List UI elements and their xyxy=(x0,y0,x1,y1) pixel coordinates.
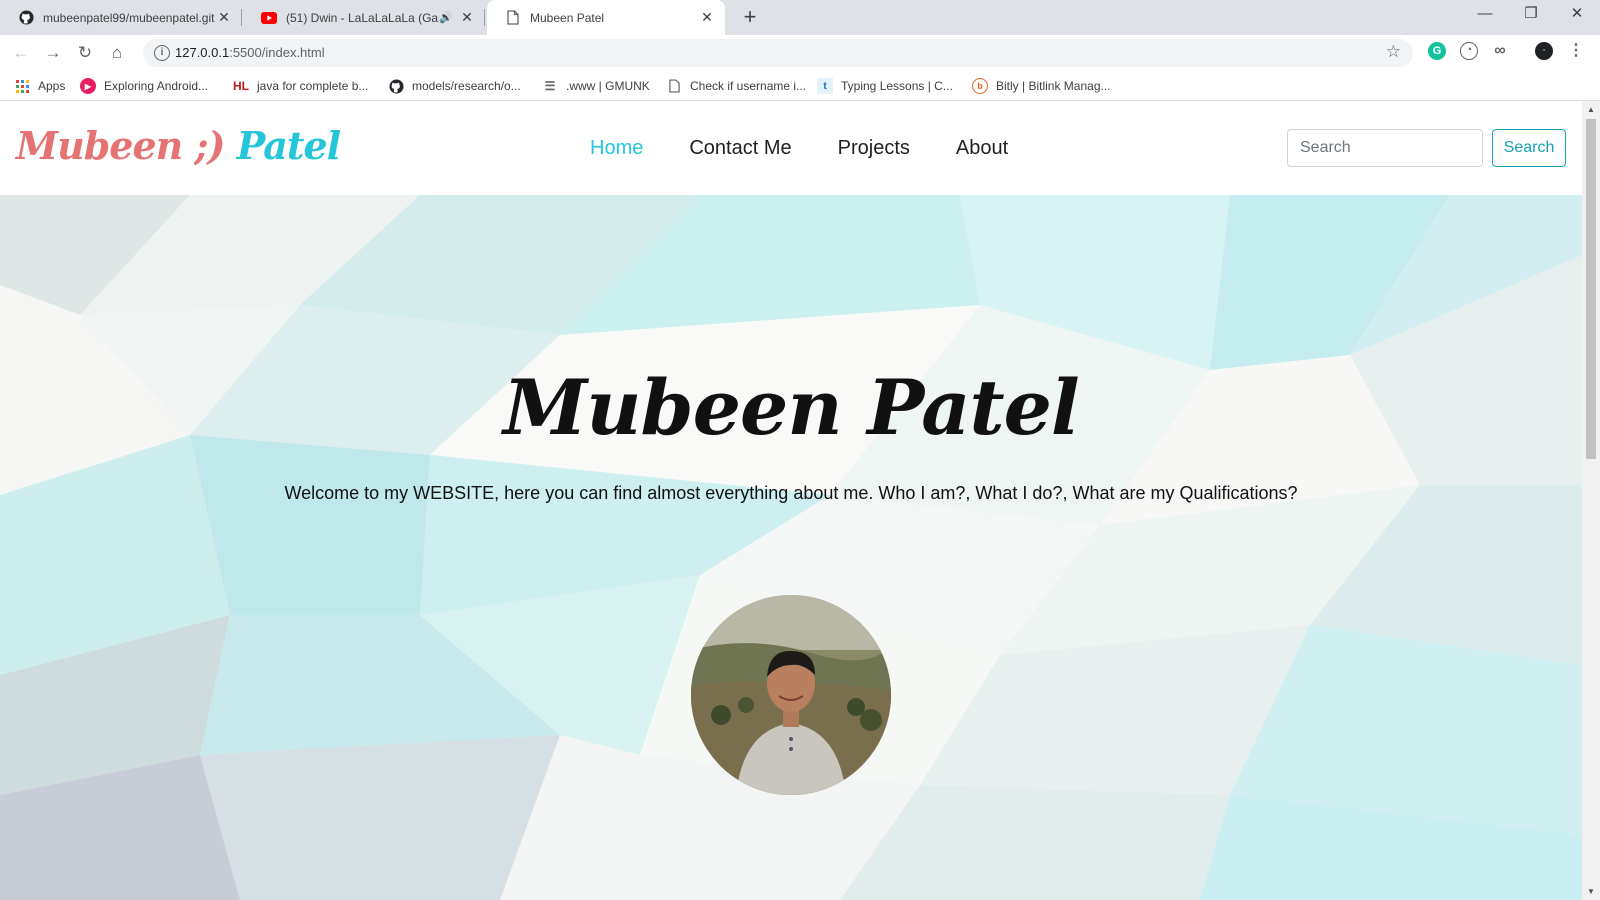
bookmark-label: models/research/o... xyxy=(412,79,521,93)
browser-tab-active[interactable]: Mubeen Patel ✕ xyxy=(487,0,725,35)
bookmark-label: Apps xyxy=(38,79,66,93)
scroll-down-icon[interactable]: ▼ xyxy=(1587,887,1595,896)
forward-icon[interactable]: → xyxy=(40,41,66,67)
bookmark-label: Exploring Android... xyxy=(104,79,209,93)
minimize-icon[interactable]: — xyxy=(1462,0,1508,30)
tab-title: (51) Dwin - LaLaLaLaLa (Gaul xyxy=(286,10,440,25)
browser-tab-bar: mubeenpatel99/mubeenpatel.git ✕ (51) Dwi… xyxy=(0,0,1600,35)
restore-icon[interactable]: ❐ xyxy=(1508,0,1554,30)
site-logo[interactable]: Mubeen ;) Patel xyxy=(16,123,341,168)
url-host: 127.0.0.1 xyxy=(175,45,230,60)
search-button[interactable]: Search xyxy=(1492,129,1566,167)
bookmark-apps[interactable]: Apps xyxy=(14,71,65,101)
nav-link-home[interactable]: Home xyxy=(590,137,643,160)
infinity-icon[interactable]: ∞ xyxy=(1491,42,1509,60)
tab-title: mubeenpatel99/mubeenpatel.git xyxy=(43,10,215,25)
new-tab-icon[interactable]: + xyxy=(737,5,763,31)
back-icon[interactable]: ← xyxy=(8,41,34,67)
reload-icon[interactable]: ↻ xyxy=(72,41,98,67)
bookmark-label: Typing Lessons | C... xyxy=(841,79,953,93)
profile-photo xyxy=(691,595,891,795)
page-icon xyxy=(505,10,521,26)
apps-grid-icon xyxy=(14,78,30,94)
page-icon xyxy=(666,78,682,94)
speed-gauge-icon[interactable]: ◔ xyxy=(1460,42,1478,60)
github-icon xyxy=(388,78,404,94)
gmunk-icon: ☰ xyxy=(544,79,556,93)
bookmark-item[interactable]: Check if username i... xyxy=(666,71,806,101)
close-tab-icon[interactable]: ✕ xyxy=(216,9,232,26)
close-tab-icon[interactable]: ✕ xyxy=(459,9,475,26)
typing-icon: t xyxy=(817,78,833,94)
menu-kebab-icon[interactable]: ⋮ xyxy=(1567,42,1585,60)
bookmarks-bar: Apps ▶ Exploring Android... HL java for … xyxy=(0,71,1600,101)
bookmark-item[interactable]: b Bitly | Bitlink Manag... xyxy=(972,71,1111,101)
hero-subtitle: Welcome to my WEBSITE, here you can find… xyxy=(284,483,1298,503)
youtube-icon xyxy=(261,10,277,26)
site-info-icon[interactable]: i xyxy=(154,45,170,61)
url-text: 127.0.0.1:5500/index.html xyxy=(175,45,325,60)
bookmark-label: Bitly | Bitlink Manag... xyxy=(996,79,1111,93)
close-tab-icon[interactable]: ✕ xyxy=(699,9,715,26)
bitly-icon: b xyxy=(972,78,988,94)
browser-tab[interactable]: mubeenpatel99/mubeenpatel.git ✕ xyxy=(0,0,242,35)
bookmark-item[interactable]: HL java for complete b... xyxy=(233,71,368,101)
address-bar[interactable]: i 127.0.0.1:5500/index.html ☆ xyxy=(143,39,1413,67)
hl-icon: HL xyxy=(233,79,249,93)
bookmark-star-icon[interactable]: ☆ xyxy=(1386,42,1401,62)
site-navbar: Mubeen ;) Patel Home Contact Me Projects… xyxy=(0,101,1582,195)
logo-second-part: Patel xyxy=(236,123,341,168)
nav-link-about[interactable]: About xyxy=(956,137,1008,160)
nav-link-contact[interactable]: Contact Me xyxy=(689,137,791,160)
bookmark-label: .www | GMUNK xyxy=(566,79,650,93)
bookmark-item[interactable]: models/research/o... xyxy=(388,71,521,101)
profile-avatar-icon[interactable]: ◦ xyxy=(1535,42,1553,60)
browser-toolbar: ← → ↻ ⌂ i 127.0.0.1:5500/index.html ☆ xyxy=(0,35,1600,71)
search-input[interactable] xyxy=(1287,129,1483,167)
close-window-icon[interactable]: ✕ xyxy=(1554,0,1600,30)
bookmark-label: java for complete b... xyxy=(257,79,369,93)
bookmark-label: Check if username i... xyxy=(690,79,807,93)
tab-title: Mubeen Patel xyxy=(530,10,605,25)
nav-link-projects[interactable]: Projects xyxy=(838,137,910,160)
url-path: :5500/index.html xyxy=(229,45,325,60)
scroll-up-icon[interactable]: ▲ xyxy=(1587,105,1595,114)
logo-first-part: Mubeen ;) xyxy=(16,123,225,168)
speaker-icon[interactable]: 🔊 xyxy=(439,11,453,24)
bookmark-item[interactable]: ▶ Exploring Android... xyxy=(80,71,208,101)
browser-tab[interactable]: (51) Dwin - LaLaLaLaLa (Gaul 🔊 ✕ xyxy=(243,0,485,35)
bookmark-item[interactable]: ☰ .www | GMUNK xyxy=(542,71,650,101)
nav-links: Home Contact Me Projects About xyxy=(590,137,1054,160)
bookmark-item[interactable]: t Typing Lessons | C... xyxy=(817,71,953,101)
scrollbar-thumb[interactable] xyxy=(1586,119,1596,459)
android-course-icon: ▶ xyxy=(80,78,96,94)
home-icon[interactable]: ⌂ xyxy=(104,41,130,67)
hero-section: Mubeen Patel Welcome to my WEBSITE, here… xyxy=(0,195,1582,900)
github-icon xyxy=(18,10,34,26)
page-scrollbar[interactable]: ▲ ▼ xyxy=(1582,101,1600,900)
grammarly-icon[interactable]: G xyxy=(1428,42,1446,60)
hero-title: Mubeen Patel xyxy=(503,363,1080,452)
page-viewport: Mubeen ;) Patel Home Contact Me Projects… xyxy=(0,101,1582,900)
